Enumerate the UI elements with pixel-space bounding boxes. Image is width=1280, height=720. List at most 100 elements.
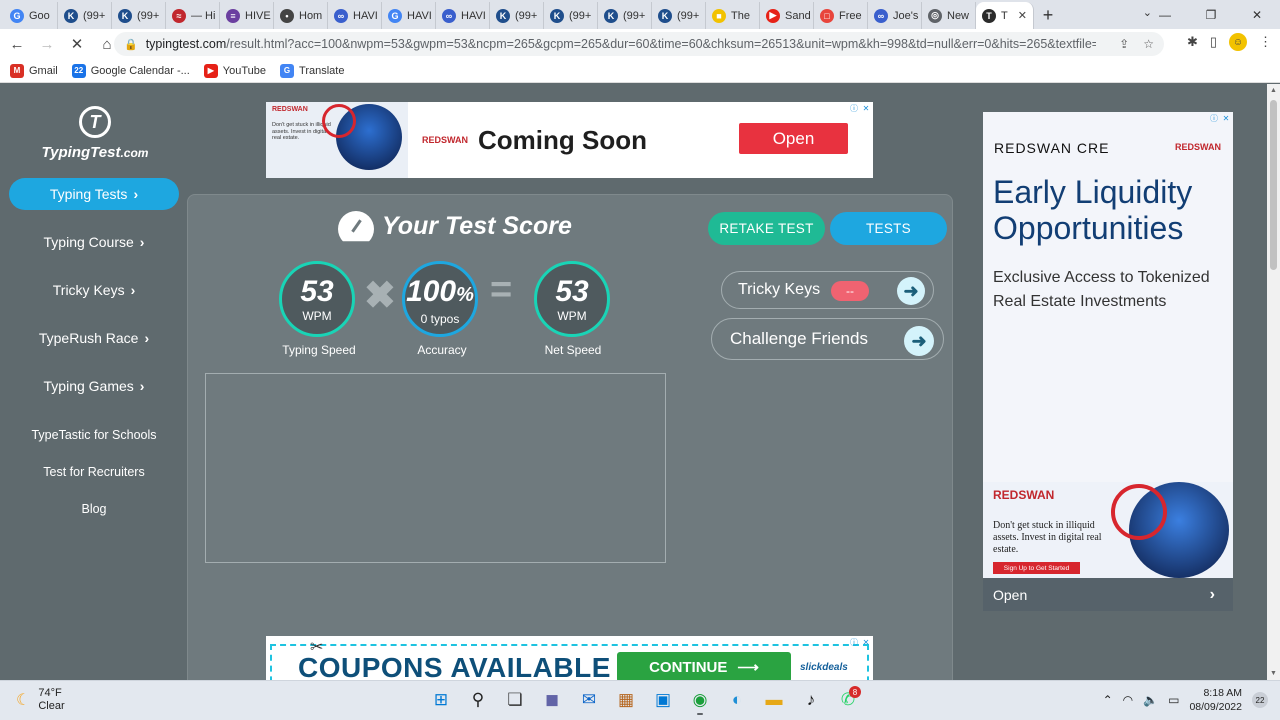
bookmark-item[interactable]: ▶ YouTube bbox=[203, 63, 267, 78]
ad-info-icon[interactable]: ⓘ bbox=[1209, 113, 1219, 123]
forward-icon[interactable]: → bbox=[34, 31, 60, 57]
sidebar-item-typing-tests[interactable]: Typing Tests › bbox=[9, 178, 179, 210]
wifi-icon[interactable]: ◠ bbox=[1123, 693, 1133, 707]
browser-tab[interactable]: ■ The bbox=[706, 2, 760, 29]
notification-count[interactable]: 22 bbox=[1252, 692, 1268, 708]
sidebar-item-typing-course[interactable]: Typing Course › bbox=[9, 226, 179, 258]
retake-test-button[interactable]: RETAKE TEST bbox=[708, 212, 825, 245]
ad-close-icon[interactable]: ✕ bbox=[861, 637, 871, 647]
store-icon[interactable]: ▣ bbox=[649, 685, 677, 715]
browser-tab[interactable]: • Hom bbox=[274, 2, 328, 29]
bookmark-label: YouTube bbox=[222, 64, 267, 77]
tests-button[interactable]: TESTS bbox=[830, 212, 947, 245]
browser-tab[interactable]: ▶ Sand bbox=[760, 2, 814, 29]
lock-icon[interactable]: 🔒 bbox=[124, 38, 138, 51]
browser-tab[interactable]: G HAVI bbox=[382, 2, 436, 29]
browser-tab[interactable]: ∞ Joe's bbox=[868, 2, 922, 29]
whatsapp-badge: 8 bbox=[849, 686, 861, 698]
continue-button[interactable]: CONTINUE ⟶ bbox=[617, 652, 791, 680]
browser-tab[interactable]: K (99+ bbox=[544, 2, 598, 29]
ad-open-button[interactable]: Open bbox=[739, 123, 848, 154]
chrome-icon[interactable]: ◉ bbox=[686, 685, 714, 715]
challenge-friends-row[interactable]: Challenge Friends ➜ bbox=[711, 318, 944, 360]
edge-icon[interactable]: ◐ bbox=[723, 685, 751, 715]
chevron-up-icon[interactable]: ⌃ bbox=[1103, 693, 1113, 707]
scroll-up-icon[interactable]: ▲ bbox=[1270, 87, 1277, 94]
sidebar-item-tricky-keys[interactable]: Tricky Keys › bbox=[9, 274, 179, 306]
ad-banner-top[interactable]: REDSWAN Don't get stuck in illiquid asse… bbox=[266, 102, 873, 178]
ad-info-icon[interactable]: ⓘ bbox=[849, 103, 859, 113]
scrollbar-thumb[interactable] bbox=[1270, 100, 1277, 270]
clock[interactable]: 8:18 AM 08/09/2022 bbox=[1189, 686, 1242, 714]
windows-start-icon[interactable]: ⊞ bbox=[427, 685, 455, 715]
browser-tab[interactable]: □ Free bbox=[814, 2, 868, 29]
sidebar-link-test-for-recruiters[interactable]: Test for Recruiters bbox=[9, 465, 179, 485]
volume-icon[interactable]: 🔈 bbox=[1143, 693, 1158, 707]
ad-close-icon[interactable]: ✕ bbox=[861, 103, 871, 113]
weather-widget[interactable]: ☾ 74°F Clear bbox=[16, 687, 65, 713]
ad-banner-bottom[interactable]: ✂ COUPONS AVAILABLE CONTINUE ⟶ slickdeals… bbox=[266, 636, 873, 680]
sidebar-link-blog[interactable]: Blog bbox=[9, 502, 179, 522]
browser-tab[interactable]: ∞ HAVI bbox=[328, 2, 382, 29]
back-icon[interactable]: ← bbox=[4, 31, 30, 57]
stop-loading-icon[interactable]: ✕ bbox=[64, 31, 90, 57]
mail-icon[interactable]: ✉ bbox=[575, 685, 603, 715]
tab-active[interactable]: T T ✕ bbox=[976, 2, 1034, 29]
new-tab-button[interactable]: + bbox=[1034, 2, 1062, 29]
browser-tab[interactable]: ◎ New bbox=[922, 2, 976, 29]
ad-sidebar-right[interactable]: ⓘ ✕ REDSWAN CRE REDSWAN Early Liquidity O… bbox=[983, 112, 1233, 611]
maximize-button[interactable]: ❐ bbox=[1188, 0, 1234, 29]
close-window-button[interactable]: ✕ bbox=[1234, 0, 1280, 29]
sidebar-item-typing-games[interactable]: Typing Games › bbox=[9, 370, 179, 402]
bookmark-item[interactable]: M Gmail bbox=[10, 63, 58, 78]
sidebar-item-label: Typing Tests bbox=[49, 186, 128, 202]
task-view-icon[interactable]: ❏ bbox=[501, 685, 529, 715]
tab-favicon-icon: K bbox=[604, 8, 618, 23]
scroll-down-icon[interactable]: ▼ bbox=[1270, 670, 1277, 677]
browser-tab[interactable]: K (99+ bbox=[652, 2, 706, 29]
whatsapp-icon[interactable]: ✆ 8 bbox=[834, 685, 862, 715]
teams-chat-icon[interactable]: ◼ bbox=[538, 685, 566, 715]
office-apps-icon[interactable]: ▦ bbox=[612, 685, 640, 715]
share-icon[interactable]: ⇪ bbox=[1119, 37, 1129, 51]
sidebar-item-label: TypeRush Race bbox=[38, 330, 139, 346]
profile-avatar[interactable]: ☺ bbox=[1229, 33, 1247, 51]
chevron-right-icon: › bbox=[133, 186, 139, 202]
tricky-keys-row[interactable]: Tricky Keys -- ➜ bbox=[721, 271, 934, 309]
tab-favicon-icon: ∞ bbox=[874, 8, 888, 23]
file-explorer-icon[interactable]: ▬ bbox=[760, 685, 788, 715]
url-text[interactable]: typingtest.com/result.html?acc=100&nwpm=… bbox=[146, 37, 1096, 51]
sidebar-link-typetastic-for-schools[interactable]: TypeTastic for Schools bbox=[9, 428, 179, 448]
arrow-right-icon[interactable]: ➜ bbox=[897, 277, 925, 305]
ad-open-button[interactable]: Open › bbox=[983, 578, 1233, 611]
battery-icon[interactable]: ▭ bbox=[1168, 693, 1179, 707]
site-logo[interactable]: T TypingTest.com bbox=[36, 106, 154, 161]
ad-image-brand: REDSWAN bbox=[993, 488, 1055, 502]
page-scrollbar[interactable]: ▲ ▼ bbox=[1267, 84, 1280, 680]
extensions-icon[interactable]: ✱ bbox=[1187, 34, 1198, 50]
arrow-right-icon[interactable]: ➜ bbox=[904, 326, 934, 356]
side-panel-icon[interactable]: ▯ bbox=[1210, 34, 1217, 50]
bookmark-star-icon[interactable]: ☆ bbox=[1143, 37, 1154, 51]
close-tab-icon[interactable]: ✕ bbox=[1018, 9, 1027, 22]
ad-info-icon[interactable]: ⓘ bbox=[849, 637, 859, 647]
bookmark-item[interactable]: 22 Google Calendar -... bbox=[71, 63, 190, 78]
browser-tab[interactable]: K (99+ bbox=[58, 2, 112, 29]
search-icon[interactable]: ⚲ bbox=[464, 685, 492, 715]
ad-close-icon[interactable]: ✕ bbox=[1221, 113, 1231, 123]
browser-tab[interactable]: G Goo bbox=[4, 2, 58, 29]
tiktok-icon[interactable]: ♪ bbox=[797, 685, 825, 715]
typing-speed-value: 53 bbox=[300, 275, 334, 308]
browser-menu-icon[interactable]: ⋮ bbox=[1259, 34, 1272, 50]
browser-tab[interactable]: K (99+ bbox=[490, 2, 544, 29]
address-bar[interactable]: 🔒 typingtest.com/result.html?acc=100&nwp… bbox=[114, 32, 1164, 56]
bookmark-item[interactable]: G Translate bbox=[280, 63, 344, 78]
browser-tab[interactable]: ≡ HIVE bbox=[220, 2, 274, 29]
accuracy-value: 100% bbox=[406, 275, 474, 308]
browser-tab[interactable]: ≈ — Hi bbox=[166, 2, 220, 29]
sidebar-item-typerush-race[interactable]: TypeRush Race › bbox=[9, 322, 179, 354]
browser-tab[interactable]: K (99+ bbox=[112, 2, 166, 29]
browser-tab[interactable]: K (99+ bbox=[598, 2, 652, 29]
minimize-button[interactable]: — bbox=[1142, 0, 1188, 29]
browser-tab[interactable]: ∞ HAVI bbox=[436, 2, 490, 29]
